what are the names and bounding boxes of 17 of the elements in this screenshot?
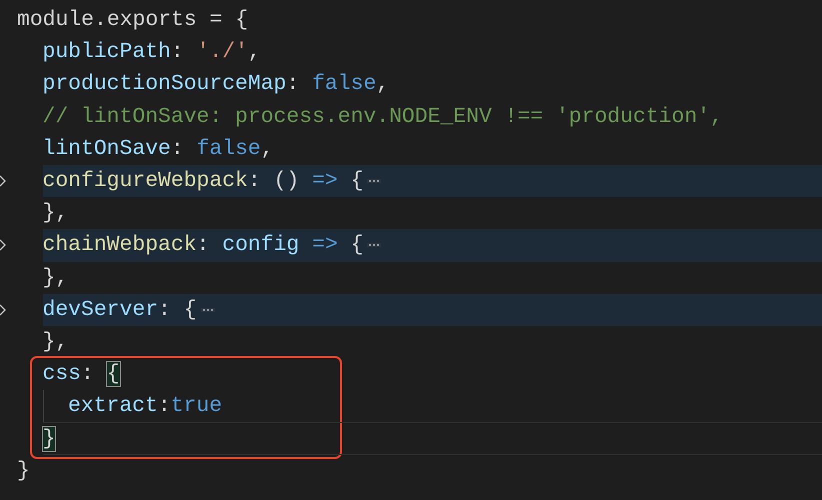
code-line: devServer: { xyxy=(42,298,197,322)
code-line: lintOnSave: false, xyxy=(42,136,274,161)
code-comment: // lintOnSave: process.env.NODE_ENV !== 'production', xyxy=(42,104,723,129)
code-line: chainWebpack: config => { xyxy=(42,233,364,258)
code-line: css: { xyxy=(42,362,120,386)
code-line: publicPath: './', xyxy=(42,40,261,64)
fold-chevron-icon[interactable] xyxy=(0,175,6,188)
code-line: configureWebpack: () => { xyxy=(42,169,364,194)
fold-chevron-icon[interactable] xyxy=(0,304,6,316)
code-line: }, xyxy=(42,330,68,354)
code-line: productionSourceMap: false, xyxy=(42,72,390,96)
code-line: extract:true xyxy=(68,394,222,418)
code-line: } xyxy=(17,458,30,483)
code-line: }, xyxy=(42,266,68,290)
code-line: module.exports = { xyxy=(17,8,248,32)
fold-chevron-icon[interactable] xyxy=(0,239,6,252)
code-line: }, xyxy=(42,201,68,226)
